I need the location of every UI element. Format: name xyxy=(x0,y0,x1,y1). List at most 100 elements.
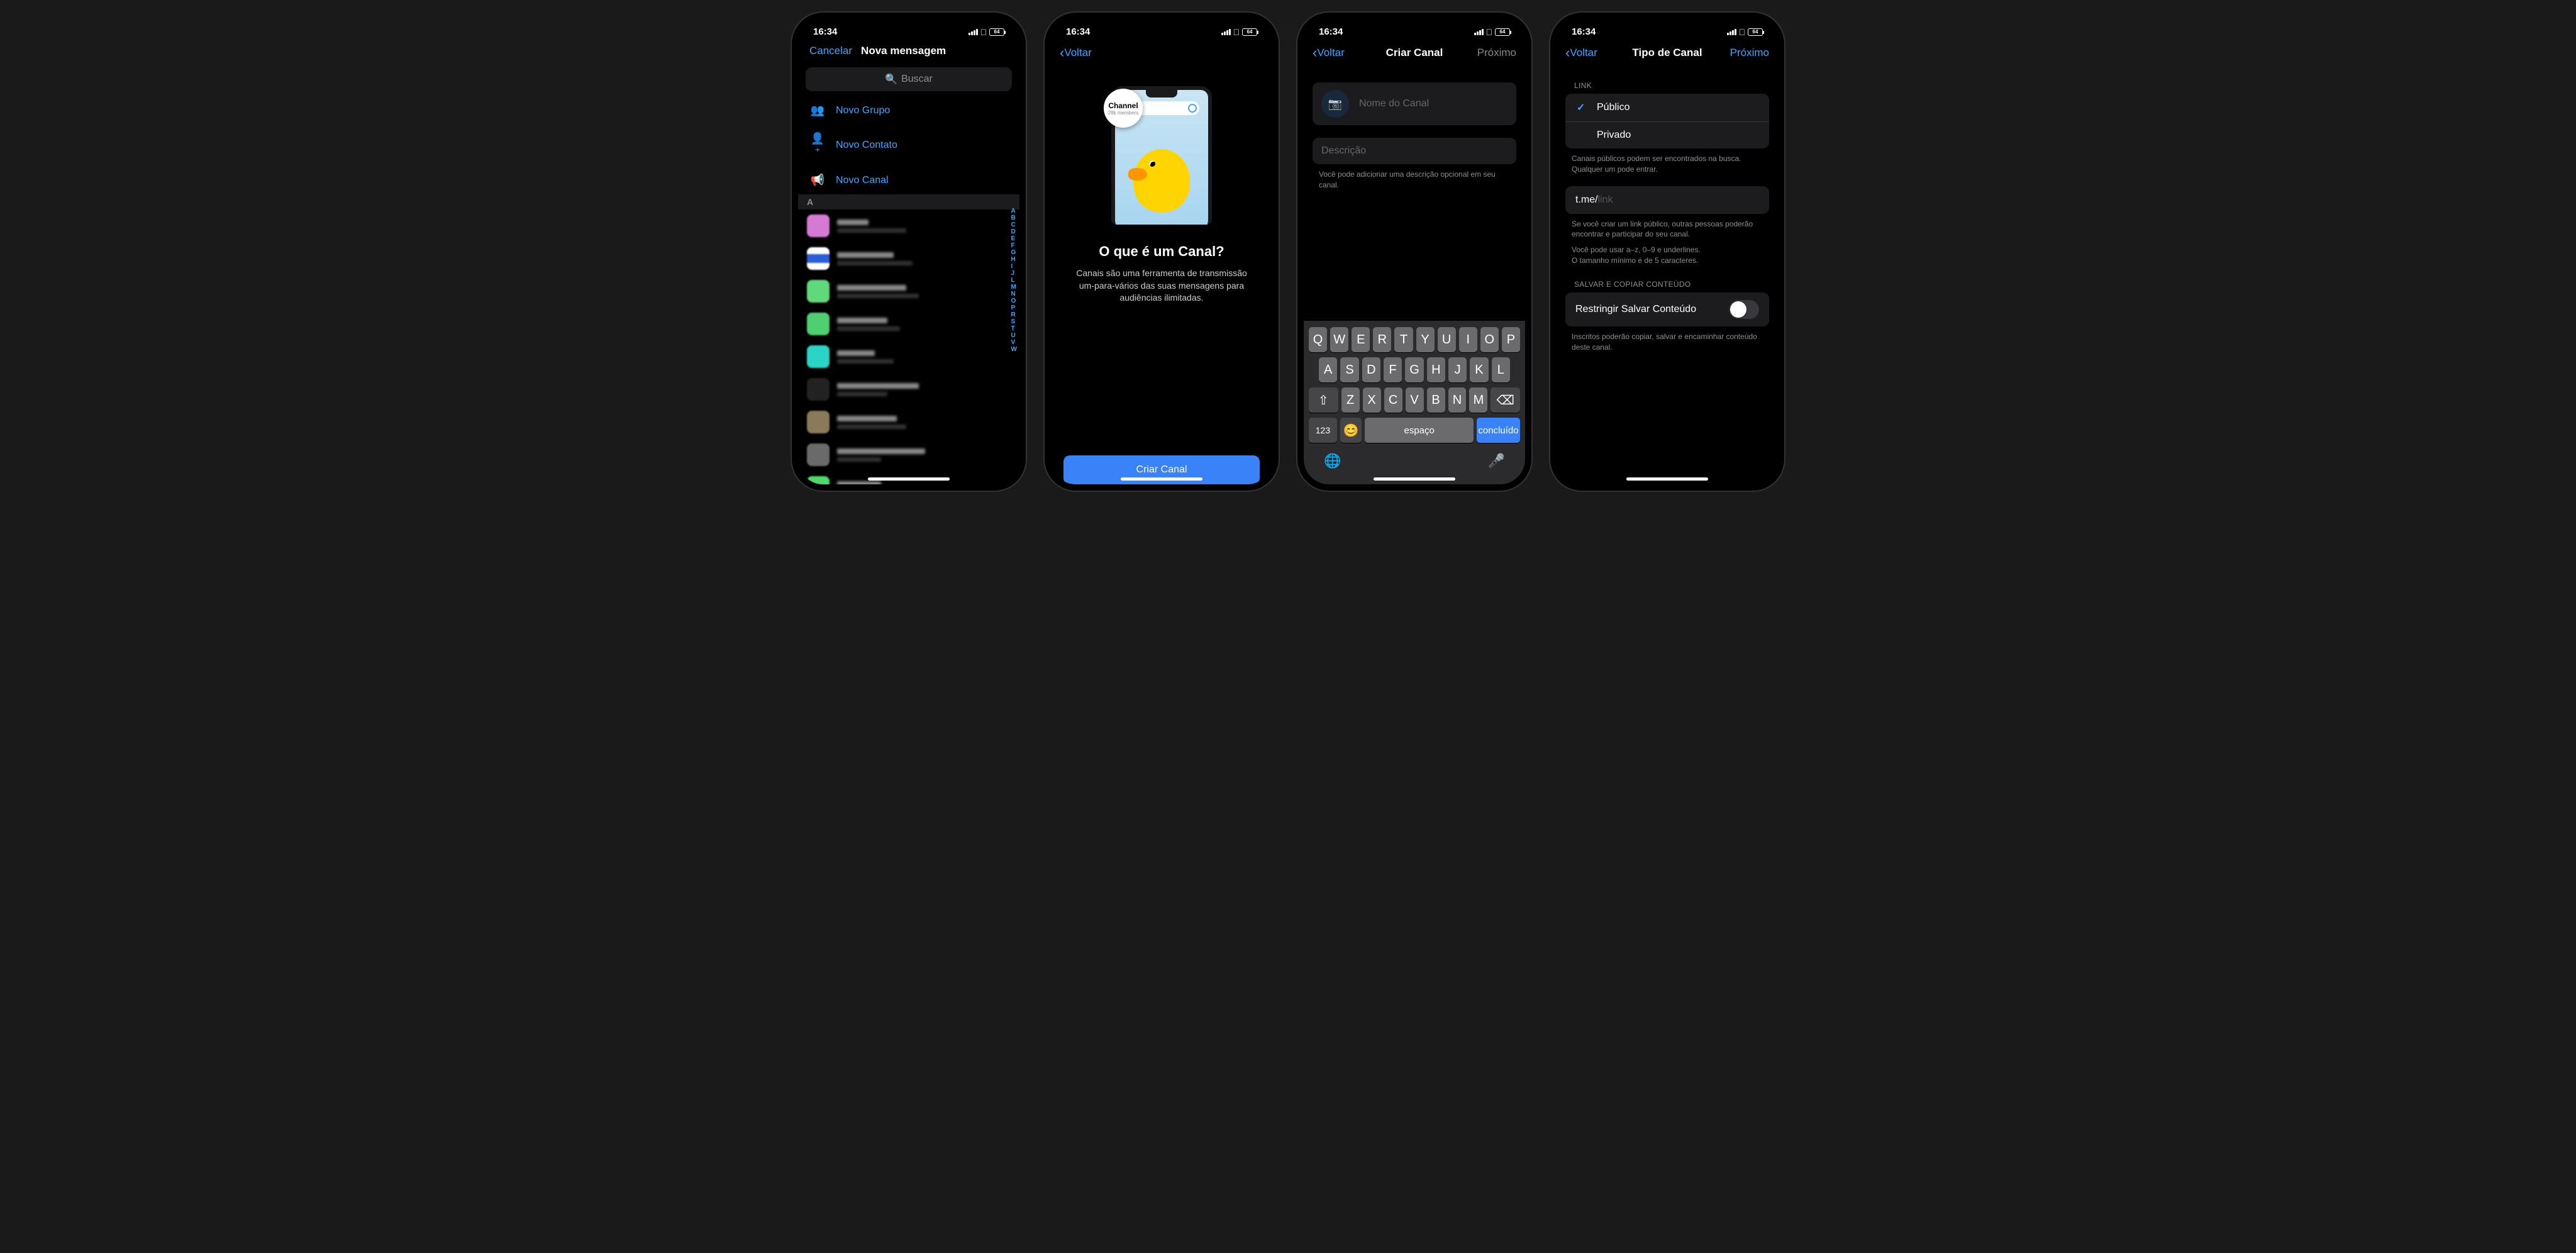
restrict-save-row[interactable]: Restringir Salvar Conteúdo xyxy=(1565,292,1769,326)
key-b[interactable]: B xyxy=(1427,387,1445,413)
page-title: Tipo de Canal xyxy=(1616,47,1719,59)
space-key[interactable]: espaço xyxy=(1365,418,1474,443)
toggle-switch[interactable] xyxy=(1729,300,1759,319)
globe-icon[interactable]: 🌐 xyxy=(1324,453,1341,469)
key-m[interactable]: M xyxy=(1469,387,1487,413)
shift-key[interactable]: ⇧ xyxy=(1309,387,1338,413)
signal-icon xyxy=(1221,29,1231,35)
list-item[interactable] xyxy=(798,242,1019,275)
cancel-button[interactable]: Cancelar xyxy=(807,45,852,57)
key-w[interactable]: W xyxy=(1330,327,1348,352)
key-f[interactable]: F xyxy=(1384,357,1402,382)
key-v[interactable]: V xyxy=(1406,387,1424,413)
home-indicator[interactable] xyxy=(1374,477,1455,481)
name-placeholder: Nome do Canal xyxy=(1359,98,1429,109)
name-field-group: 📷 Nome do Canal xyxy=(1313,82,1516,125)
key-r[interactable]: R xyxy=(1373,327,1391,352)
link-section-header: LINK xyxy=(1557,67,1778,94)
key-y[interactable]: Y xyxy=(1416,327,1435,352)
key-g[interactable]: G xyxy=(1405,357,1423,382)
new-group-row[interactable]: 👥 Novo Grupo xyxy=(798,96,1019,125)
badge-subtitle: 28k members xyxy=(1108,110,1138,116)
desc-placeholder: Descrição xyxy=(1321,145,1366,157)
notch xyxy=(1623,13,1711,30)
signal-icon xyxy=(969,29,978,35)
done-key[interactable]: concluído xyxy=(1477,418,1520,443)
private-label: Privado xyxy=(1597,130,1631,141)
key-d[interactable]: D xyxy=(1362,357,1380,382)
contact-list[interactable] xyxy=(798,209,1019,484)
nav-bar: ‹ Voltar Criar Canal Próximo xyxy=(1304,38,1525,67)
duck-sticker xyxy=(1133,149,1190,212)
key-i[interactable]: I xyxy=(1459,327,1477,352)
keyboard[interactable]: QWERTYUIOP ASDFGHJKL ⇧ ZXCVBNM ⌫ 123 😊 e… xyxy=(1304,321,1525,484)
nav-bar: Cancelar Nova mensagem xyxy=(798,38,1019,64)
next-button[interactable]: Próximo xyxy=(1719,47,1769,59)
battery-icon: 64 xyxy=(1242,28,1257,36)
phone-2: 16:34 􀙇 64 ‹ Voltar Channel 28k members xyxy=(1045,13,1279,491)
key-q[interactable]: Q xyxy=(1309,327,1327,352)
megaphone-icon: 📢 xyxy=(809,174,826,187)
camera-icon[interactable]: 📷 xyxy=(1321,90,1349,118)
list-item[interactable] xyxy=(798,406,1019,438)
key-l[interactable]: L xyxy=(1492,357,1510,382)
chevron-left-icon: ‹ xyxy=(1313,45,1317,61)
key-x[interactable]: X xyxy=(1363,387,1381,413)
heading: O que é um Canal? xyxy=(1099,243,1224,260)
new-channel-row[interactable]: 📢 Novo Canal xyxy=(798,166,1019,194)
description: Canais são uma ferramenta de transmissão… xyxy=(1070,267,1253,304)
description-hint: Você pode adicionar uma descrição opcion… xyxy=(1304,164,1525,191)
signal-icon xyxy=(1727,29,1736,35)
home-indicator[interactable] xyxy=(1121,477,1202,481)
back-button[interactable]: ‹ Voltar xyxy=(1565,45,1616,61)
link-hint-1: Se você criar um link público, outras pe… xyxy=(1557,214,1778,240)
key-o[interactable]: O xyxy=(1480,327,1499,352)
new-contact-row[interactable]: 👤⁺ Novo Contato xyxy=(798,125,1019,166)
visibility-hint: Canais públicos podem ser encontrados na… xyxy=(1557,148,1778,175)
link-placeholder: link xyxy=(1598,194,1613,205)
key-n[interactable]: N xyxy=(1448,387,1467,413)
wifi-icon: 􀙇 xyxy=(1739,27,1746,37)
list-item[interactable] xyxy=(798,209,1019,242)
status-time: 16:34 xyxy=(1319,26,1343,37)
nav-bar: ‹ Voltar Tipo de Canal Próximo xyxy=(1557,38,1778,67)
next-button[interactable]: Próximo xyxy=(1466,47,1516,59)
back-button[interactable]: ‹ Voltar xyxy=(1313,45,1363,61)
description-input[interactable]: Descrição xyxy=(1313,138,1516,164)
list-item[interactable] xyxy=(798,275,1019,308)
back-button[interactable]: ‹ Voltar xyxy=(1060,45,1110,61)
link-input[interactable]: t.me/link xyxy=(1565,186,1769,214)
backspace-key[interactable]: ⌫ xyxy=(1491,387,1520,413)
key-j[interactable]: J xyxy=(1448,357,1467,382)
key-c[interactable]: C xyxy=(1384,387,1402,413)
key-u[interactable]: U xyxy=(1438,327,1456,352)
home-indicator[interactable] xyxy=(868,477,950,481)
key-z[interactable]: Z xyxy=(1341,387,1360,413)
key-k[interactable]: K xyxy=(1470,357,1488,382)
phone-3: 16:34 􀙇 64 ‹ Voltar Criar Canal Próximo … xyxy=(1297,13,1531,491)
mic-icon[interactable]: 🎤 xyxy=(1488,453,1505,469)
alphabet-index[interactable]: ABCDEFGHIJLMNOPRSTUVW xyxy=(1011,208,1017,353)
chevron-left-icon: ‹ xyxy=(1060,45,1064,61)
key-p[interactable]: P xyxy=(1502,327,1520,352)
numbers-key[interactable]: 123 xyxy=(1309,418,1337,443)
emoji-key[interactable]: 😊 xyxy=(1340,418,1362,443)
key-s[interactable]: S xyxy=(1340,357,1358,382)
list-item[interactable] xyxy=(798,438,1019,471)
list-item[interactable] xyxy=(798,340,1019,373)
search-input[interactable]: 🔍 Buscar xyxy=(806,67,1012,91)
key-h[interactable]: H xyxy=(1427,357,1445,382)
key-e[interactable]: E xyxy=(1352,327,1370,352)
list-item[interactable] xyxy=(798,373,1019,406)
channel-name-input[interactable]: 📷 Nome do Canal xyxy=(1313,82,1516,125)
home-indicator[interactable] xyxy=(1626,477,1708,481)
key-t[interactable]: T xyxy=(1394,327,1413,352)
public-option[interactable]: ✓ Público xyxy=(1565,94,1769,121)
list-item[interactable] xyxy=(798,308,1019,340)
key-a[interactable]: A xyxy=(1319,357,1337,382)
private-option[interactable]: Privado xyxy=(1565,121,1769,148)
notch xyxy=(1118,13,1206,30)
check-icon: ✓ xyxy=(1577,101,1588,114)
new-group-label: Novo Grupo xyxy=(836,105,890,116)
chevron-left-icon: ‹ xyxy=(1565,45,1570,61)
